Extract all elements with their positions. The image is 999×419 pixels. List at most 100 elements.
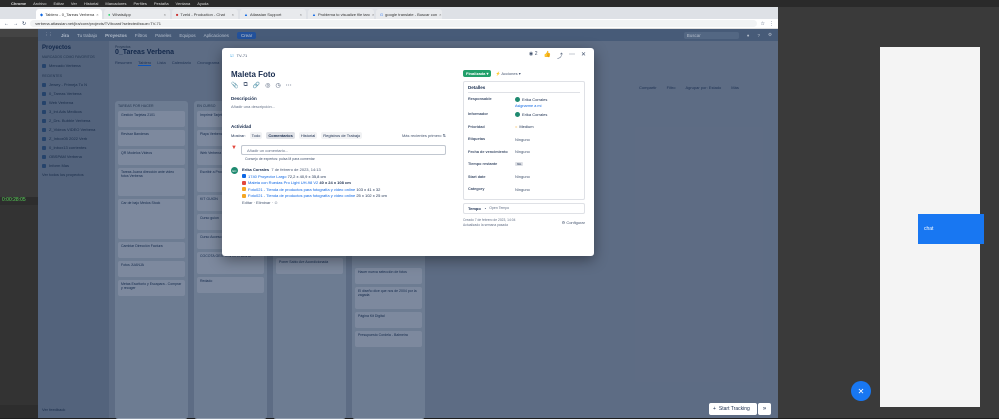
close-icon[interactable]: ×	[300, 12, 302, 17]
time-remaining-badge[interactable]: 0m	[515, 162, 523, 166]
tab-strip: ◆Tablero - 0_Tareas Verbena× ●WhatsApp× …	[0, 7, 778, 19]
attach-icon[interactable]: 📎	[231, 82, 238, 89]
close-icon[interactable]: ×	[96, 12, 98, 17]
issue-toolbar: 📎 ⧉ 🔗 ◎ ◷ ⋯	[231, 82, 292, 89]
detail-row: Fecha de vencimientoNinguno	[468, 146, 580, 159]
sort-button[interactable]: Más recientes primero ⇅	[402, 133, 446, 138]
issue-modal: ☑ TV-71 ◉ 2 👍 ⤴ ⋯ ✕ Maleta Foto 📎 ⧉ 🔗 ◎ …	[222, 48, 594, 256]
details-header[interactable]: Detalles	[468, 85, 580, 93]
like-icon[interactable]: 👍	[543, 51, 550, 60]
browser-tab[interactable]: ◆Tablero - 0_Tareas Verbena×	[36, 9, 102, 19]
back-icon[interactable]: ←	[4, 21, 9, 27]
checklist-icon[interactable]: ◎	[265, 82, 270, 89]
reload-icon[interactable]: ↻	[22, 21, 26, 27]
issue-key[interactable]: TV-71	[237, 53, 248, 58]
comment-link[interactable]: Foto021 - Tienda de productos para fotog…	[248, 193, 355, 198]
menu-item[interactable]: Ver	[71, 1, 77, 6]
watch-icon[interactable]: ◉ 2	[529, 51, 538, 60]
menu-dots-icon[interactable]: ⋮	[769, 21, 774, 27]
reporter-field[interactable]: Erika Corrales	[515, 112, 547, 117]
description-section: Descripción Añadir una descripción...	[231, 96, 275, 109]
avatar	[515, 97, 520, 102]
detail-row: CategoryNinguno	[468, 183, 580, 196]
tempo-panel[interactable]: Tempo ◔ Open Tempo	[463, 203, 585, 214]
more-icon[interactable]: ⋯	[286, 82, 292, 89]
star-icon[interactable]: ☆	[761, 21, 765, 27]
description-label: Descripción	[231, 96, 275, 101]
tab-comentarios[interactable]: Comentarios	[266, 132, 294, 139]
close-icon: ✕	[858, 387, 865, 396]
delete-comment-button[interactable]: Eliminar	[256, 200, 270, 205]
activity-section: Actividad Mostrar: Todo Comentarios Hist…	[231, 124, 446, 206]
updated-date: Actualizado la semana pasada	[463, 223, 515, 228]
avatar	[515, 112, 520, 117]
left-layers-panel: 0:00:28:05	[0, 29, 38, 418]
tab-historial[interactable]: Historial	[299, 132, 317, 139]
edit-comment-button[interactable]: Editar	[242, 200, 252, 205]
react-icon[interactable]: ☺	[274, 200, 278, 205]
chat-close-button[interactable]: ✕	[851, 381, 871, 401]
share-icon[interactable]: ⤴	[557, 51, 563, 60]
due-date-field[interactable]: Ninguno	[515, 149, 530, 154]
comment-link[interactable]: Foto021 - Tienda de productos para fotog…	[248, 187, 355, 192]
browser-tab[interactable]: ●WhatsApp×	[104, 9, 170, 19]
configure-button[interactable]: ⚙ Configurar	[562, 220, 585, 225]
menu-item[interactable]: Ventana	[176, 1, 191, 6]
close-icon[interactable]: ✕	[581, 51, 586, 60]
menu-item[interactable]: Editar	[53, 1, 63, 6]
close-icon[interactable]: ×	[232, 12, 234, 17]
assign-to-me-link[interactable]: Asignarme a mí	[515, 104, 542, 108]
layer-row[interactable]	[0, 37, 38, 197]
assignee-field[interactable]: Erika Corrales	[515, 97, 547, 102]
tab-todo[interactable]: Todo	[250, 132, 263, 139]
menu-item[interactable]: Archivo	[33, 1, 46, 6]
comment-link[interactable]: 1740 Proyector Largo	[248, 174, 286, 179]
address-bar: ← → ↻ verbena.atlassian.net/jira/core/pr…	[0, 19, 778, 29]
atlassian-icon: ▲	[244, 12, 248, 17]
comment-link[interactable]: Maleta con Ruedas Pro Light UH-98 V2	[248, 180, 318, 185]
url-input[interactable]: verbena.atlassian.net/jira/core/projects…	[30, 20, 756, 27]
close-icon[interactable]: ×	[164, 12, 166, 17]
category-field[interactable]: Ninguno	[515, 187, 530, 192]
hierarchy-icon[interactable]: ⧉	[243, 82, 247, 89]
created-date: Creado 7 de febrero de 2023, 14:04	[463, 218, 515, 223]
browser-tab[interactable]: ▲Atlassian Support×	[240, 9, 306, 19]
detail-row: Responsable Erika Corrales Asignarme a m…	[468, 95, 580, 108]
link-icon[interactable]: 🔗	[253, 82, 260, 89]
layer-row[interactable]	[0, 29, 38, 37]
link-favicon-icon	[242, 187, 246, 191]
menu-item[interactable]: Marcadores	[105, 1, 126, 6]
comment-author[interactable]: Erika Corrales	[242, 167, 269, 172]
actions-button[interactable]: ⚡ Acciones ▾	[495, 71, 520, 76]
description-input[interactable]: Añadir una descripción...	[231, 104, 275, 109]
close-icon[interactable]: ×	[439, 12, 441, 17]
browser-tab[interactable]: ■Tzeld - Production - Chat×	[172, 9, 238, 19]
issue-footer: Creado 7 de febrero de 2023, 14:04Actual…	[463, 218, 585, 228]
forward-icon[interactable]: →	[13, 21, 18, 27]
browser-tab[interactable]: ▲Problema to visualize file tarc×	[308, 9, 374, 19]
comment-tip: Consejo de expertos: pulsa M para coment…	[245, 157, 446, 161]
start-date-field[interactable]: Ninguno	[515, 174, 530, 179]
link-favicon-icon	[242, 181, 246, 185]
clock-icon[interactable]: ◷	[276, 82, 281, 89]
menu-item[interactable]: Perfiles	[134, 1, 147, 6]
start-tracking-button[interactable]: + Start Tracking	[709, 403, 757, 415]
priority-field[interactable]: =Medium	[515, 124, 534, 129]
menu-item[interactable]: Historial	[84, 1, 98, 6]
close-icon[interactable]: ×	[372, 12, 374, 17]
more-icon[interactable]: ⋯	[569, 51, 575, 60]
collapse-tracking-button[interactable]: »	[758, 403, 771, 415]
app-name[interactable]: Chrome	[11, 1, 26, 6]
issue-title[interactable]: Maleta Foto	[231, 70, 275, 79]
tab-registros[interactable]: Registros de Trabajo	[321, 132, 362, 139]
menu-item[interactable]: Ayuda	[197, 1, 208, 6]
browser-tab[interactable]: Ggoogle translate - Buscar con×	[376, 9, 442, 19]
plus-icon: +	[713, 406, 716, 412]
labels-field[interactable]: Ninguno	[515, 137, 530, 142]
menu-item[interactable]: Pestaña	[154, 1, 169, 6]
detail-row: Start dateNinguno	[468, 171, 580, 184]
comment-input[interactable]: Añadir un comentario...	[241, 145, 446, 155]
layer-row[interactable]	[0, 205, 38, 405]
status-button[interactable]: Finalizada ▾	[463, 70, 491, 77]
tab-favicon-icon: ■	[176, 12, 178, 17]
